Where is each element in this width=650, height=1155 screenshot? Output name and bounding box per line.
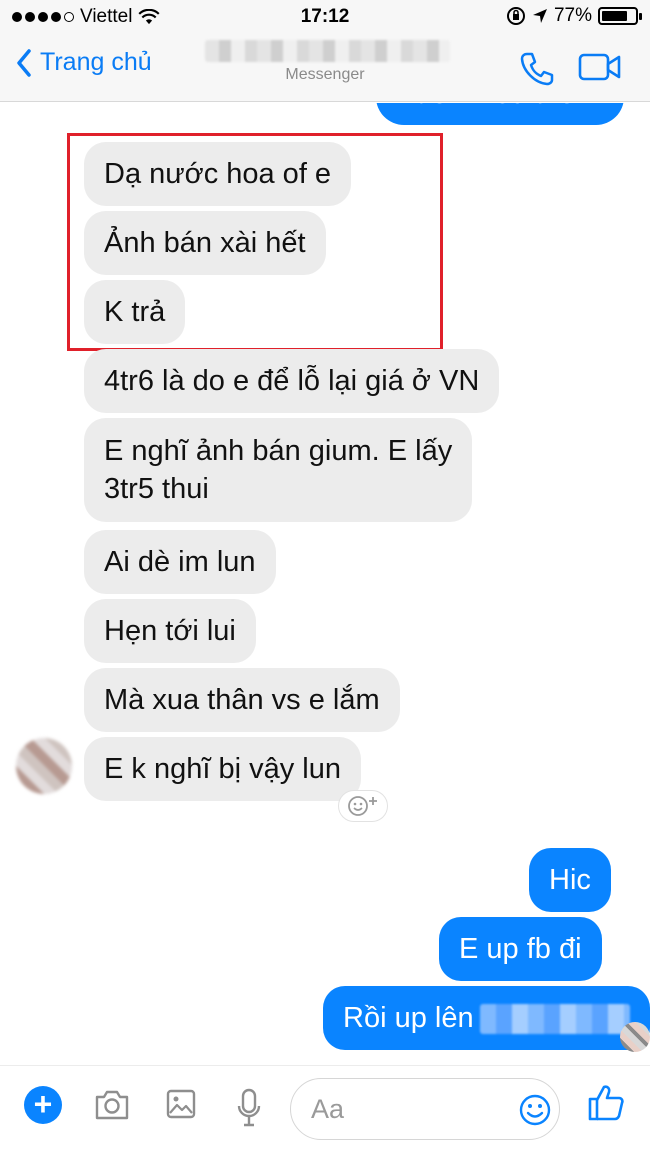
battery-icon — [598, 7, 642, 25]
status-right: 77% — [506, 5, 642, 27]
message-bubble-outgoing: Hic — [529, 848, 611, 912]
message-bubble-incoming: E k nghĩ bị vậy lun — [84, 737, 361, 801]
message-bubble-outgoing: E up fb đi — [439, 917, 602, 981]
thumbs-up-icon[interactable] — [586, 1082, 626, 1122]
message-bubble-incoming: 4tr6 là do e để lỗ lại giá ở VN — [84, 349, 500, 413]
conversation-header: Trang chủ Messenger — [0, 36, 650, 102]
message-bubble-incoming: Mà xua thân vs e lắm — [84, 668, 400, 732]
battery-level — [602, 11, 627, 21]
message-input-field[interactable] — [290, 1078, 560, 1140]
add-reaction-icon — [348, 796, 377, 816]
message-line: E nghĩ ảnh bán gium. E lấy — [104, 435, 453, 467]
message-line: 3tr5 thui — [104, 473, 209, 505]
message-bubble-incoming: Ai dè im lun — [84, 530, 276, 594]
battery-percent: 77% — [553, 5, 592, 26]
redacted-text — [479, 1004, 630, 1035]
plus-button[interactable]: + — [24, 1086, 62, 1124]
phone-icon[interactable] — [518, 50, 556, 88]
self-avatar — [620, 1022, 650, 1052]
plus-icon: + — [33, 1086, 53, 1122]
location-arrow-icon — [532, 9, 547, 23]
photo-icon[interactable] — [165, 1088, 197, 1120]
camera-icon[interactable] — [93, 1088, 131, 1122]
message-list-top-clip: Bao nhiêu thờ — [0, 103, 650, 133]
message-input[interactable] — [311, 1091, 511, 1127]
message-bubble-incoming: E nghĩ ảnh bán gium. E lấy 3tr5 thui — [84, 418, 473, 522]
smiley-icon[interactable] — [518, 1093, 552, 1127]
video-camera-icon[interactable] — [578, 52, 622, 82]
sender-avatar[interactable] — [16, 738, 72, 794]
highlight-box — [67, 133, 443, 351]
message-bubble-outgoing: Bao nhiêu thờ — [376, 103, 624, 125]
contact-name-redacted — [205, 40, 450, 62]
composer-bar: + — [0, 1065, 650, 1155]
add-reaction-button[interactable] — [338, 790, 388, 822]
microphone-icon[interactable] — [236, 1088, 262, 1128]
message-bubble-incoming: Hẹn tới lui — [84, 599, 256, 663]
status-bar: Viettel 17:12 77% — [0, 0, 650, 36]
message-bubble-outgoing: Rồi up lên — [323, 986, 650, 1050]
message-text: Rồi up lên — [343, 1002, 474, 1034]
orientation-lock-icon — [506, 7, 525, 25]
